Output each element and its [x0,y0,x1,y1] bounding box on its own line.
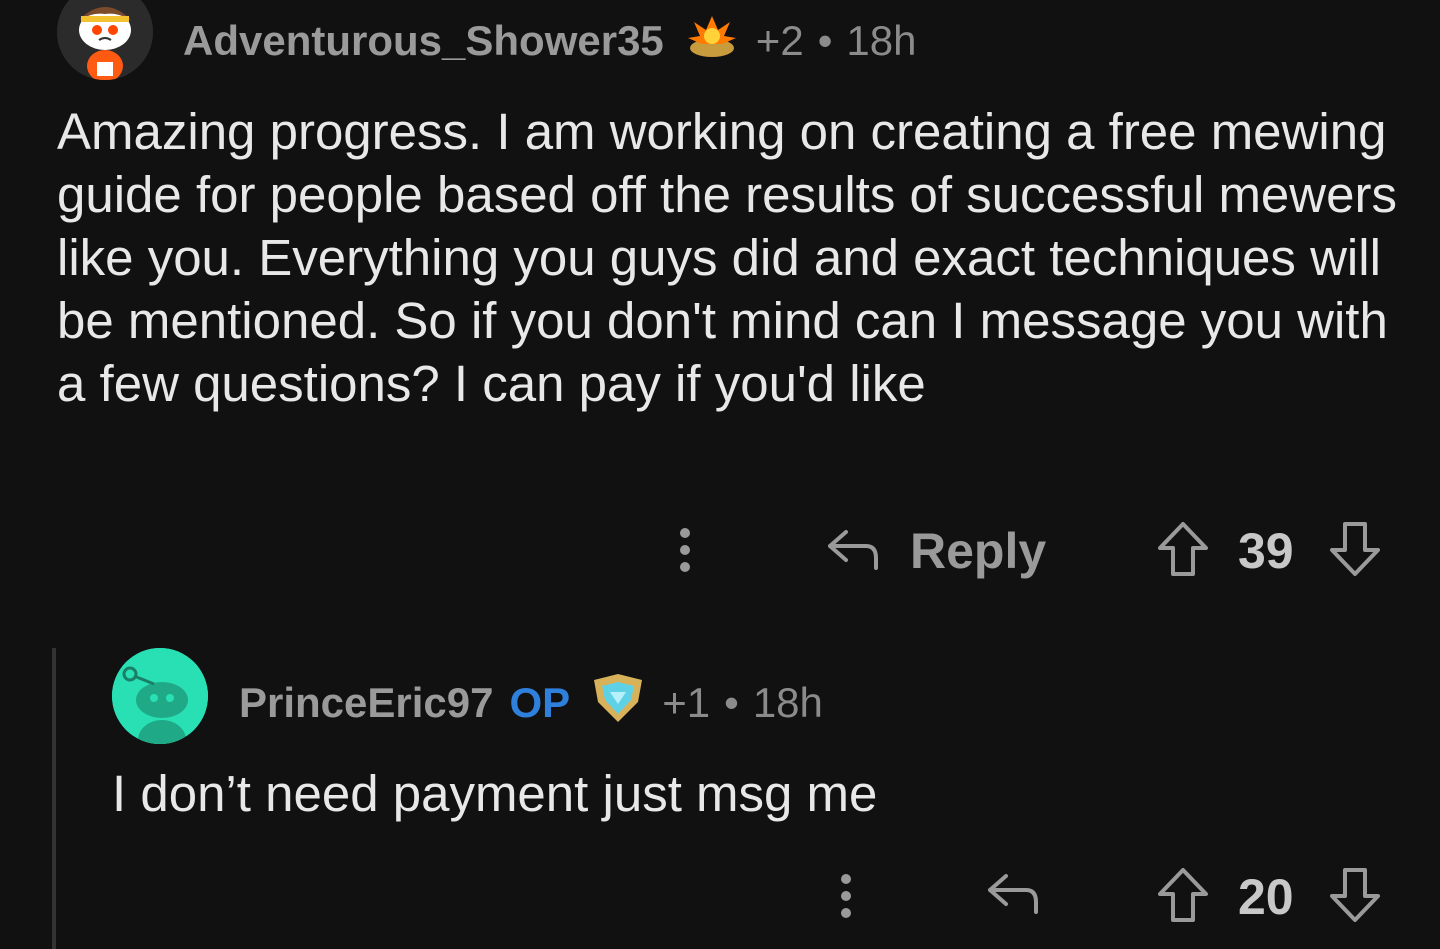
upvote-icon[interactable] [1156,520,1210,578]
fire-award-icon[interactable] [684,12,740,70]
separator: • [724,679,739,726]
vote-score: 20 [1238,869,1294,925]
award-count: +2 [755,17,804,64]
reply-button[interactable]: Reply [910,522,1046,580]
kebab-icon[interactable] [676,526,694,574]
gem-shield-award-icon[interactable] [590,672,646,734]
avatar[interactable] [112,648,208,744]
reply-icon[interactable] [826,526,880,574]
comment-age: 18h [752,679,823,726]
upvote-icon[interactable] [1156,866,1210,924]
comment-meta: PrinceEric97 OP +1 • 18h [239,672,823,734]
comment-body: I don’t need payment just msg me [112,765,878,822]
reply-icon[interactable] [986,870,1040,918]
downvote-icon[interactable] [1328,866,1382,924]
snoo-avatar-icon [57,0,153,80]
kebab-icon[interactable] [837,872,855,920]
vote-score: 39 [1238,523,1294,579]
comment-age: 18h [846,17,917,64]
avatar[interactable] [57,0,153,80]
separator: • [817,17,833,64]
username[interactable]: PrinceEric97 [239,679,494,727]
snoo-avatar-icon [112,648,208,744]
comment-body: Amazing progress. I am working on creati… [57,103,1397,412]
username[interactable]: Adventurous_Shower35 [183,17,664,65]
award-count: +1 [662,679,711,726]
op-badge: OP [509,679,571,726]
comment-meta: Adventurous_Shower35 +2 • 18h [183,12,916,70]
thread-line[interactable] [52,648,56,949]
downvote-icon[interactable] [1328,520,1382,578]
